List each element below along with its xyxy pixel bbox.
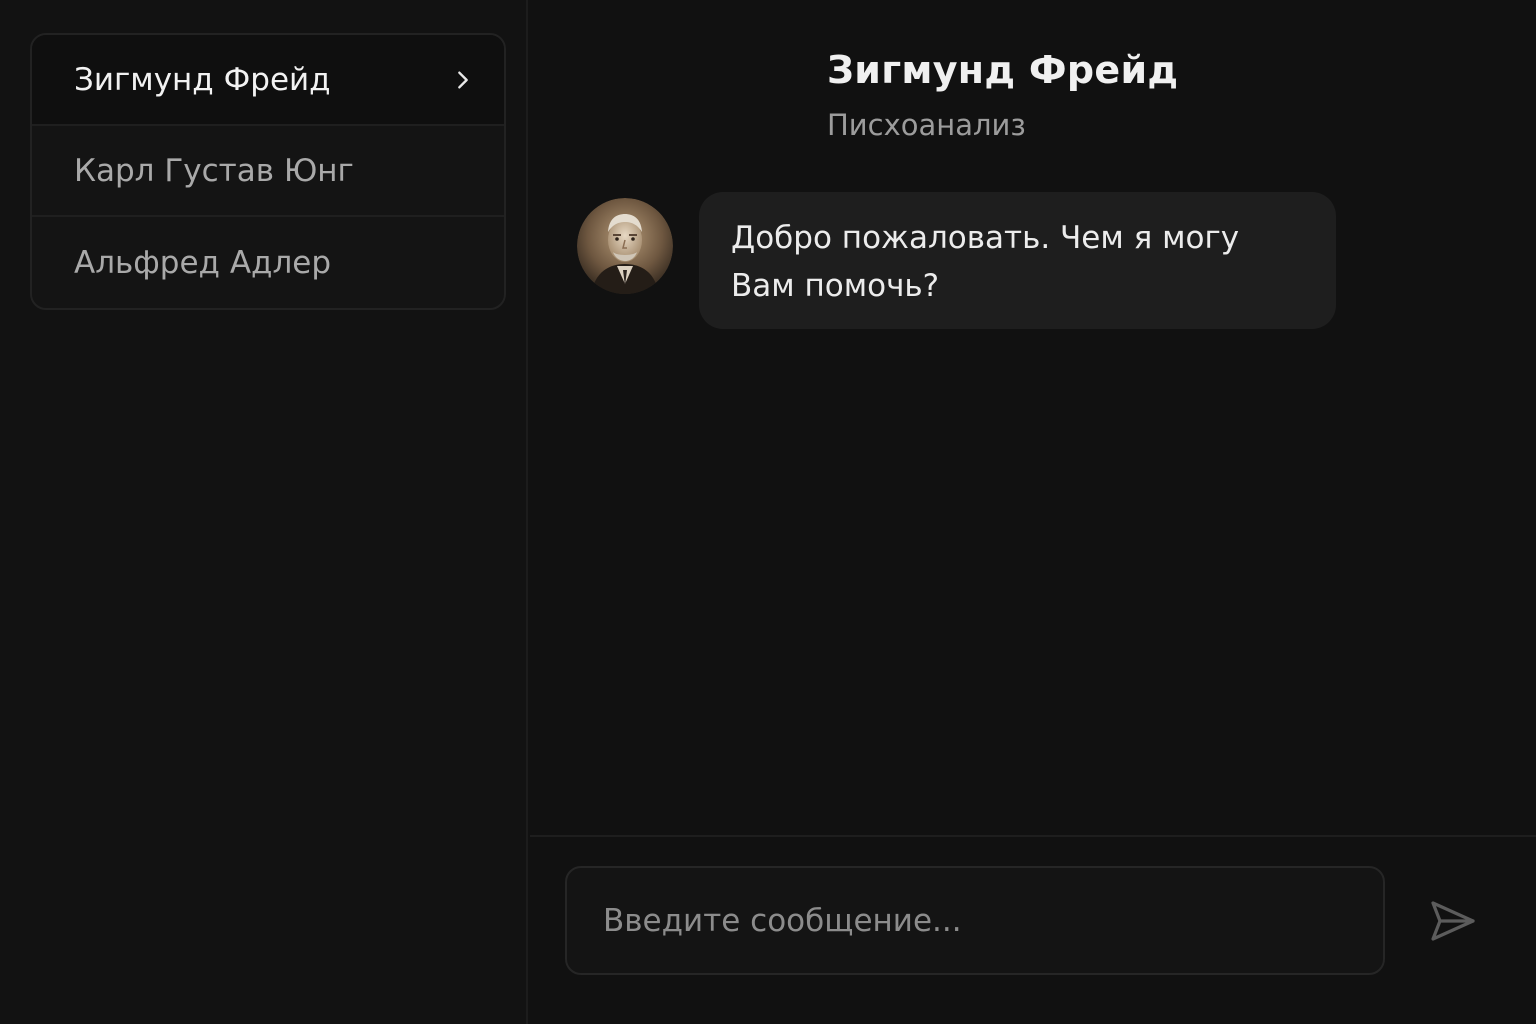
send-icon[interactable] <box>1428 896 1478 946</box>
portrait-image <box>577 198 673 294</box>
contact-item-freud[interactable]: Зигмунд Фрейд <box>32 35 504 126</box>
chevron-right-icon <box>458 70 468 89</box>
message-row: Добро пожаловать. Чем я могу Вам помочь? <box>577 192 1336 329</box>
chat-header: Зигмунд Фрейд Писхоанализ <box>827 48 1178 142</box>
message-input[interactable] <box>603 902 1383 939</box>
contact-item-adler[interactable]: Альфред Адлер <box>32 217 504 308</box>
contact-name: Альфред Адлер <box>74 244 332 281</box>
chat-panel: Зигмунд Фрейд Писхоанализ Добро пожалова… <box>530 0 1536 1024</box>
contact-list: Зигмунд Фрейд Карл Густав Юнг Альфред Ад… <box>30 33 506 310</box>
message-input-box[interactable] <box>565 866 1385 975</box>
message-text-line2: Вам помочь? <box>731 268 940 304</box>
portrait-avatar <box>577 198 673 294</box>
message-composer <box>530 835 1536 1024</box>
message-text-line1: Добро пожаловать. Чем я могу <box>731 220 1240 256</box>
app-window: Зигмунд Фрейд Карл Густав Юнг Альфред Ад… <box>0 0 1536 1024</box>
chat-title: Зигмунд Фрейд <box>827 48 1179 92</box>
sidebar: Зигмунд Фрейд Карл Густав Юнг Альфред Ад… <box>0 0 528 1024</box>
contact-name: Карл Густав Юнг <box>74 152 354 189</box>
contact-item-jung[interactable]: Карл Густав Юнг <box>32 126 504 217</box>
message-bubble: Добро пожаловать. Чем я могу Вам помочь? <box>699 192 1336 329</box>
chat-subtitle: Писхоанализ <box>827 108 1026 142</box>
contact-name: Зигмунд Фрейд <box>74 61 331 98</box>
